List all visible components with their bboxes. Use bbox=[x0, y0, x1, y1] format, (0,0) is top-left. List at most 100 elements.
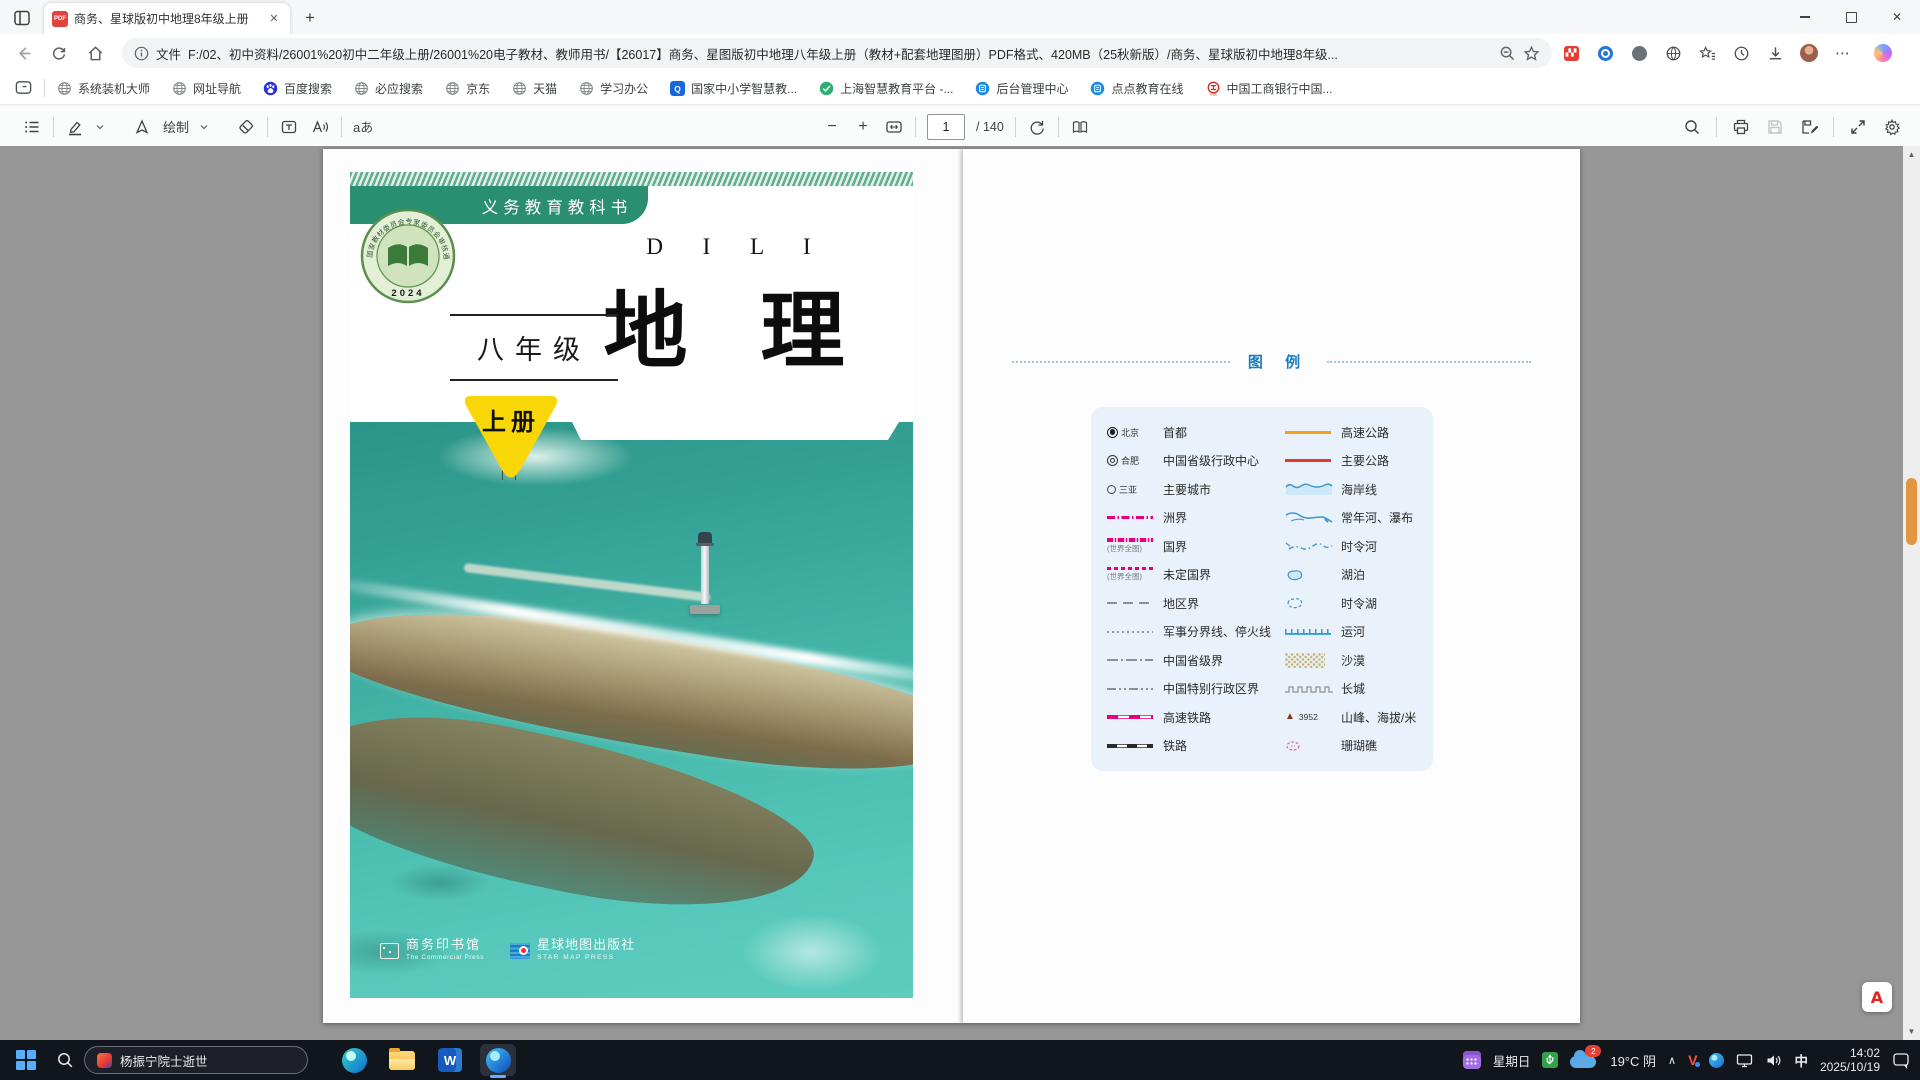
taskbar-browser-icon[interactable] bbox=[330, 1040, 378, 1080]
highlighter-icon[interactable] bbox=[65, 117, 85, 137]
bookmark-item[interactable]: 点点教育在线 bbox=[1090, 80, 1183, 97]
clock-time: 14:02 bbox=[1850, 1046, 1880, 1060]
legend-row: 珊瑚礁 bbox=[1285, 733, 1417, 759]
legend-label: 中国省级行政中心 bbox=[1163, 452, 1259, 469]
window-minimize-button[interactable] bbox=[1782, 0, 1828, 34]
weather-badge: 2 bbox=[1585, 1045, 1601, 1057]
zoom-page-icon[interactable] bbox=[1499, 45, 1516, 62]
window-close-button[interactable]: ✕ bbox=[1874, 0, 1920, 34]
favorites-bar-icon[interactable] bbox=[1696, 42, 1718, 64]
tab-close-icon[interactable]: ✕ bbox=[266, 11, 282, 27]
history-icon[interactable] bbox=[1730, 42, 1752, 64]
taskbar-edge-icon-active[interactable] bbox=[474, 1040, 522, 1080]
browser-tab[interactable]: PDF 商务、星球版初中地理8年级上册 ✕ bbox=[44, 3, 290, 34]
tray-v-app-icon[interactable]: V bbox=[1688, 1052, 1697, 1068]
publisher1-name: 商务印书馆 bbox=[406, 938, 484, 951]
bookmark-item[interactable]: 百度搜索 bbox=[263, 80, 332, 97]
highlighter-dropdown-icon[interactable] bbox=[96, 123, 104, 131]
bookmark-item[interactable]: 后台管理中心 bbox=[975, 80, 1068, 97]
legend-title-row: 图 例 bbox=[963, 351, 1580, 372]
print-icon[interactable] bbox=[1731, 117, 1751, 137]
save-as-icon[interactable] bbox=[1799, 117, 1819, 137]
info-icon[interactable] bbox=[134, 46, 149, 61]
pdf-scrollbar[interactable]: ▲ ▼ bbox=[1903, 146, 1920, 1040]
browser-essentials-icon[interactable] bbox=[1662, 42, 1684, 64]
extension-blue-icon[interactable] bbox=[1594, 42, 1616, 64]
find-in-document-icon[interactable] bbox=[1682, 117, 1702, 137]
contents-icon[interactable] bbox=[22, 117, 42, 137]
eraser-icon[interactable] bbox=[236, 117, 256, 137]
legend-row: 主要公路 bbox=[1285, 448, 1417, 474]
taskbar-word-icon[interactable]: W bbox=[426, 1040, 474, 1080]
bookmark-item[interactable]: 系统装机大师 bbox=[57, 80, 150, 97]
bookmark-item[interactable]: 必应搜索 bbox=[354, 80, 423, 97]
bookmarks-list: 系统装机大师 网址导航 百度搜索 必应搜索 京东 天猫 学习办公 Q国家中小学智慧教... 上海… bbox=[57, 80, 1333, 97]
zoom-in-icon[interactable]: + bbox=[853, 117, 873, 137]
bookmark-item[interactable]: 学习办公 bbox=[579, 80, 648, 97]
bookmark-item[interactable]: 京东 bbox=[445, 80, 490, 97]
fullscreen-icon[interactable] bbox=[1848, 117, 1868, 137]
extension-gray-icon[interactable] bbox=[1628, 42, 1650, 64]
network-icon[interactable] bbox=[1736, 1052, 1753, 1069]
draw-label[interactable]: 绘制 bbox=[163, 117, 189, 136]
legend-label: 中国省级界 bbox=[1163, 652, 1223, 669]
downloads-icon[interactable] bbox=[1764, 42, 1786, 64]
pdf-viewer[interactable]: 义务教育教科书 国家教材委员会专家委员会审核通过 2024 D I L I 地 … bbox=[0, 146, 1920, 1040]
favorite-star-icon[interactable] bbox=[1523, 45, 1540, 62]
volume-icon[interactable] bbox=[1765, 1052, 1782, 1069]
scrollbar-thumb[interactable] bbox=[1906, 478, 1917, 545]
acrobat-button[interactable]: A bbox=[1862, 982, 1892, 1012]
fit-width-icon[interactable] bbox=[884, 117, 904, 137]
volume-label: 上册 bbox=[482, 409, 540, 436]
address-field[interactable]: 文件 F:/02、初中资料/26001%20初中二年级上册/26001%20电子… bbox=[122, 38, 1552, 68]
notifications-icon[interactable] bbox=[1892, 1051, 1910, 1069]
save-icon bbox=[1765, 117, 1785, 137]
calendar-icon[interactable] bbox=[1463, 1051, 1481, 1069]
bookmark-item[interactable]: Q国家中小学智慧教... bbox=[670, 80, 797, 97]
taskbar-clock[interactable]: 14:02 2025/10/19 bbox=[1820, 1046, 1880, 1074]
taskbar-search-icon[interactable] bbox=[56, 1051, 74, 1069]
window-maximize-button[interactable] bbox=[1828, 0, 1874, 34]
page-view-icon[interactable] bbox=[1070, 117, 1090, 137]
tray-edge-icon[interactable] bbox=[1709, 1053, 1724, 1068]
legend-label: 军事分界线、停火线 bbox=[1163, 623, 1271, 640]
bookmark-item[interactable]: 上海智慧教育平台 -... bbox=[819, 80, 953, 97]
legend-symbol-coastline bbox=[1285, 482, 1341, 496]
read-aloud-icon[interactable] bbox=[310, 117, 330, 137]
sidebar-toggle-icon[interactable] bbox=[14, 78, 34, 98]
bookmark-item[interactable]: ICBC中国工商银行中国... bbox=[1206, 80, 1333, 97]
back-icon[interactable] bbox=[12, 42, 34, 64]
page-number-input[interactable] bbox=[927, 114, 965, 140]
bookmarks-bar: 系统装机大师 网址导航 百度搜索 必应搜索 京东 天猫 学习办公 Q国家中小学智慧教... 上海… bbox=[0, 72, 1920, 105]
new-tab-button[interactable]: + bbox=[300, 8, 320, 28]
tray-overflow-icon[interactable]: ∧ bbox=[1668, 1054, 1676, 1067]
zoom-out-icon[interactable]: − bbox=[822, 117, 842, 137]
bookmark-item[interactable]: 网址导航 bbox=[172, 80, 241, 97]
extension-red-icon[interactable]: ▞▞ bbox=[1560, 42, 1582, 64]
legend-symbol-region-border bbox=[1107, 602, 1163, 604]
translate-icon[interactable]: aあ bbox=[353, 117, 373, 136]
home-icon[interactable] bbox=[84, 42, 106, 64]
taskbar: 杨振宁院士逝世 W 星期日 2 19°C 阴 ∧ V 中 14:02 2025/… bbox=[0, 1040, 1920, 1080]
weather-text[interactable]: 19°C 阴 bbox=[1610, 1051, 1656, 1070]
usb-icon[interactable] bbox=[1542, 1052, 1558, 1068]
refresh-icon[interactable] bbox=[48, 42, 70, 64]
scroll-down-icon[interactable]: ▼ bbox=[1903, 1023, 1920, 1040]
draw-dropdown-icon[interactable] bbox=[200, 123, 208, 131]
scroll-up-icon[interactable]: ▲ bbox=[1903, 146, 1920, 163]
taskbar-explorer-icon[interactable] bbox=[378, 1040, 426, 1080]
profile-avatar[interactable] bbox=[1798, 42, 1820, 64]
browser-menu-icon[interactable]: ⋯ bbox=[1832, 42, 1854, 64]
legend-symbol-desert bbox=[1285, 653, 1341, 668]
tab-actions-icon[interactable] bbox=[12, 8, 32, 28]
taskbar-search-box[interactable]: 杨振宁院士逝世 bbox=[84, 1046, 308, 1074]
weather-icon[interactable]: 2 bbox=[1570, 1051, 1598, 1069]
pdf-settings-icon[interactable] bbox=[1882, 117, 1902, 137]
ime-indicator[interactable]: 中 bbox=[1794, 1050, 1808, 1070]
add-text-icon[interactable] bbox=[279, 117, 299, 137]
rotate-icon[interactable] bbox=[1027, 117, 1047, 137]
draw-pen-icon[interactable] bbox=[132, 117, 152, 137]
bookmark-item[interactable]: 天猫 bbox=[512, 80, 557, 97]
start-button[interactable] bbox=[16, 1050, 36, 1070]
copilot-icon[interactable] bbox=[1872, 42, 1894, 64]
